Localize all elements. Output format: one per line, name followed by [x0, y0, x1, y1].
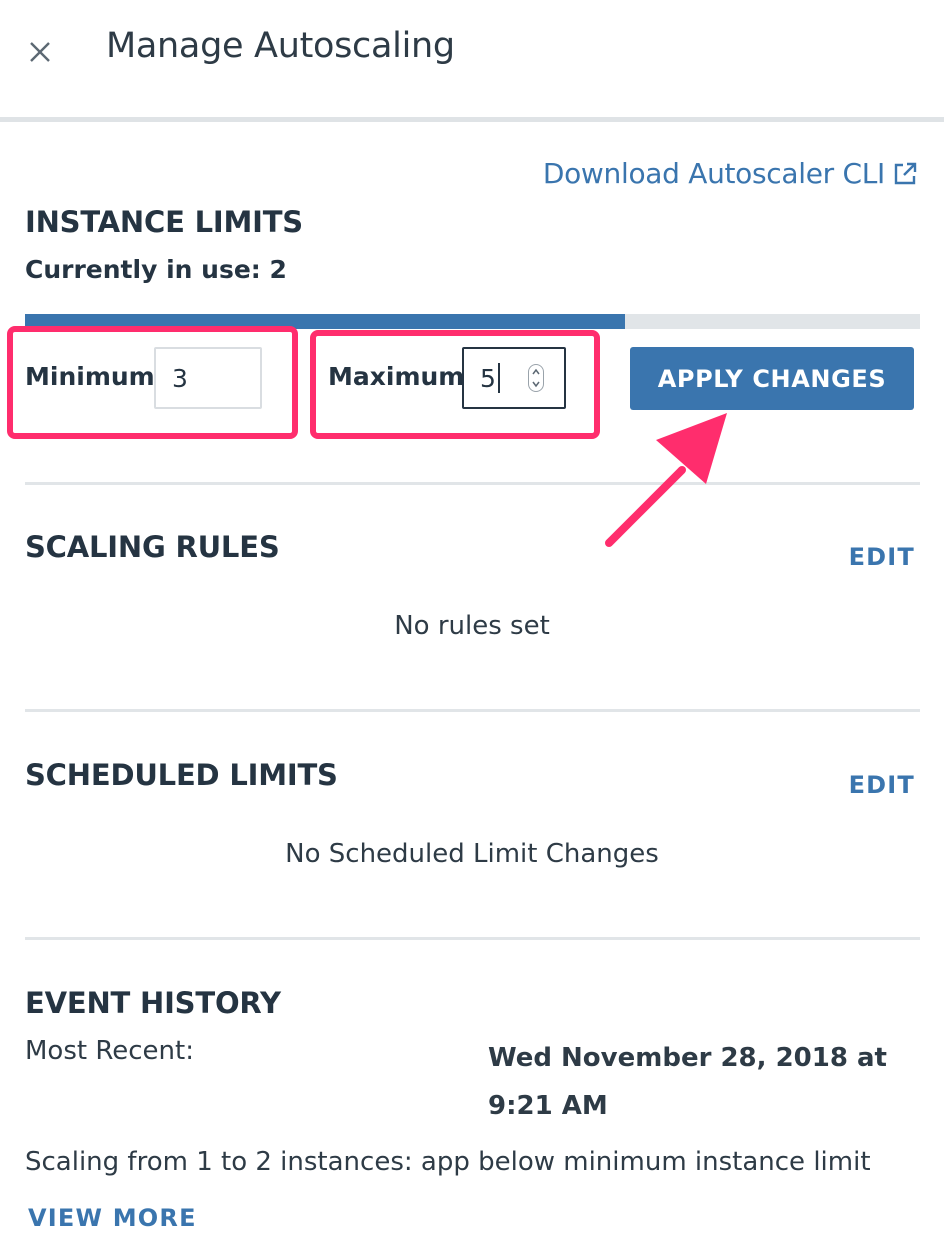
maximum-value: 5: [480, 363, 496, 393]
text-cursor: [497, 363, 500, 393]
maximum-input[interactable]: 5: [462, 347, 566, 409]
view-more-link[interactable]: VIEW MORE: [28, 1204, 197, 1232]
header-divider: [0, 117, 944, 122]
scaling-rules-title: SCALING RULES: [25, 530, 280, 564]
minimum-input[interactable]: 3: [154, 347, 262, 409]
scaling-rules-edit-link[interactable]: EDIT: [849, 543, 915, 571]
currently-in-use-text: Currently in use: 2: [25, 255, 287, 284]
event-history-title: EVENT HISTORY: [25, 986, 281, 1020]
spin-down-icon[interactable]: [532, 380, 540, 388]
minimum-value: 3: [172, 363, 188, 393]
apply-changes-button[interactable]: APPLY CHANGES: [630, 347, 914, 410]
most-recent-date: Wed November 28, 2018 at 9:21 AM: [488, 1043, 887, 1121]
scaling-rules-empty-text: No rules set: [394, 611, 550, 641]
section-divider: [25, 709, 920, 712]
download-cli-link[interactable]: Download Autoscaler CLI: [543, 157, 917, 190]
close-icon[interactable]: [26, 38, 54, 66]
section-divider: [25, 482, 920, 485]
scheduled-limits-empty-text: No Scheduled Limit Changes: [285, 839, 659, 869]
page-title: Manage Autoscaling: [106, 26, 455, 66]
section-divider: [25, 937, 920, 940]
event-description: Scaling from 1 to 2 instances: app below…: [25, 1147, 871, 1177]
most-recent-label: Most Recent:: [25, 1036, 194, 1066]
instance-limits-title: INSTANCE LIMITS: [25, 205, 303, 239]
download-cli-label: Download Autoscaler CLI: [542, 157, 885, 190]
maximum-label: Maximum: [328, 362, 465, 391]
modal-header: Manage Autoscaling: [0, 0, 944, 117]
spin-up-icon[interactable]: [532, 368, 540, 376]
scheduled-limits-edit-link[interactable]: EDIT: [849, 771, 915, 799]
minimum-label: Minimum: [25, 362, 155, 391]
number-spinner[interactable]: [528, 364, 544, 392]
scheduled-limits-title: SCHEDULED LIMITS: [25, 758, 338, 792]
external-link-icon: [894, 162, 917, 184]
